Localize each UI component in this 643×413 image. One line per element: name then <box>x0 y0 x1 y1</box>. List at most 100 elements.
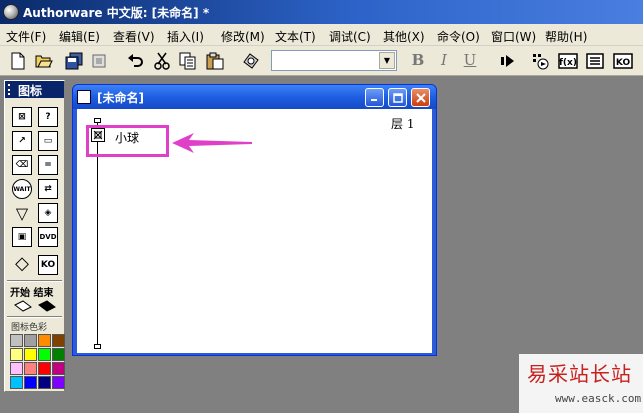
palette-divider <box>7 316 62 318</box>
menu-edit[interactable]: 编辑(E) <box>59 28 100 45</box>
palette-title: 图标 <box>18 84 43 98</box>
dvd-glyph: DVD <box>39 233 57 241</box>
icon-palette: 图标 ⊠ ? ↗ ▭ ⌫ = WAIT ⇄ ▽ ◈ ▣ DVD ◇ KO 开始 … <box>4 80 65 392</box>
bold-button[interactable]: B <box>408 51 428 71</box>
menu-modify[interactable]: 修改(M) <box>221 28 265 45</box>
functions-icon[interactable]: f(x) <box>557 50 579 72</box>
font-combo[interactable]: ▼ <box>271 50 397 71</box>
italic-button[interactable]: I <box>434 51 454 71</box>
motion-glyph: ↗ <box>18 136 26 146</box>
color-swatch[interactable] <box>10 362 23 375</box>
interaction-icon[interactable]: ▭ <box>38 131 58 151</box>
underline-button[interactable]: U <box>460 51 480 71</box>
app-title-bar: Authorware 中文版: [未命名] * <box>0 0 643 24</box>
color-swatch[interactable] <box>24 362 37 375</box>
grip-icon[interactable] <box>8 84 12 95</box>
start-flag-icon[interactable] <box>13 299 33 313</box>
maximize-button[interactable] <box>388 88 407 107</box>
erase-icon[interactable]: ⌫ <box>12 155 32 175</box>
restart-icon[interactable] <box>529 50 551 72</box>
annotation-arrow-icon <box>172 133 252 153</box>
menu-other[interactable]: 其他(X) <box>383 28 425 45</box>
app-title: Authorware 中文版: [未命名] * <box>23 6 210 20</box>
display-icon[interactable]: ⊠ <box>12 107 32 127</box>
decision-glyph: ? <box>45 112 51 122</box>
framework-glyph: ▽ <box>15 203 29 223</box>
calculation-icon[interactable]: = <box>38 155 58 175</box>
color-swatch[interactable] <box>24 376 37 389</box>
palette-header[interactable]: 图标 <box>5 81 64 98</box>
watermark: 易采站长站 www.easck.com <box>519 354 643 413</box>
copy-icon[interactable] <box>177 50 199 72</box>
undo-icon[interactable] <box>124 50 146 72</box>
wait-icon[interactable]: WAIT <box>12 179 32 199</box>
menu-commands[interactable]: 命令(O) <box>437 28 480 45</box>
navigate-icon[interactable]: ⇄ <box>38 179 58 199</box>
map-icon[interactable]: ◈ <box>38 203 58 223</box>
menu-view[interactable]: 查看(V) <box>113 28 155 45</box>
color-swatch[interactable] <box>24 348 37 361</box>
decision-icon[interactable]: ? <box>38 107 58 127</box>
color-swatch[interactable] <box>38 348 51 361</box>
icon-color-swatches <box>10 334 66 390</box>
design-window-titlebar[interactable]: [未命名] <box>73 85 436 109</box>
level-label: 层 1 <box>391 117 415 131</box>
dvd-icon[interactable]: DVD <box>38 227 58 247</box>
color-swatch[interactable] <box>52 376 65 389</box>
interaction-glyph: ▭ <box>43 136 53 146</box>
new-file-icon[interactable] <box>7 50 29 72</box>
cut-icon[interactable] <box>151 50 173 72</box>
icon-color-label: 图标色彩 <box>11 323 48 333</box>
design-window-title: [未命名] <box>97 91 144 105</box>
menu-insert[interactable]: 插入(I) <box>167 28 204 45</box>
variables-icon[interactable] <box>584 50 606 72</box>
navigate-glyph: ⇄ <box>44 184 52 194</box>
authorware-logo-icon[interactable] <box>3 4 19 20</box>
palette-divider <box>7 280 62 282</box>
diamond-glyph: ◇ <box>15 252 29 274</box>
run-icon[interactable] <box>497 50 519 72</box>
menu-window[interactable]: 窗口(W) <box>491 28 536 45</box>
color-swatch[interactable] <box>24 334 37 347</box>
color-swatch[interactable] <box>52 334 65 347</box>
watermark-url: www.easck.com <box>555 392 642 405</box>
display-glyph: ⊠ <box>18 112 26 122</box>
flowline-start-marker <box>94 118 101 123</box>
close-icon <box>415 92 426 103</box>
paste-icon[interactable] <box>204 50 226 72</box>
color-swatch[interactable] <box>52 348 65 361</box>
menu-debug[interactable]: 调试(C) <box>329 28 371 45</box>
color-swatch[interactable] <box>10 334 23 347</box>
open-icon[interactable] <box>33 50 55 72</box>
import-icon[interactable] <box>88 50 110 72</box>
close-button[interactable] <box>411 88 430 107</box>
knowledge-object-icon[interactable]: KO <box>38 255 58 275</box>
minimize-icon <box>371 99 377 101</box>
knowledge-object-glyph: KO <box>40 260 56 270</box>
color-swatch[interactable] <box>38 376 51 389</box>
chevron-down-icon[interactable]: ▼ <box>379 52 395 69</box>
watermark-brand: 易采站长站 <box>527 362 632 386</box>
menu-file[interactable]: 文件(F) <box>6 28 46 45</box>
color-swatch[interactable] <box>10 348 23 361</box>
color-swatch[interactable] <box>10 376 23 389</box>
knowledge-objects-icon[interactable]: KO <box>612 50 634 72</box>
find-icon[interactable] <box>240 50 262 72</box>
menu-bar: 文件(F) 编辑(E) 查看(V) 插入(I) 修改(M) 文本(T) 调试(C… <box>0 24 643 46</box>
functions-label: f(x) <box>559 58 577 68</box>
erase-glyph: ⌫ <box>15 160 29 170</box>
toolbar: ▼ B I U f(x) KO <box>0 46 643 76</box>
stop-flag-icon[interactable] <box>37 299 57 313</box>
color-swatch[interactable] <box>52 362 65 375</box>
digital-movie-icon[interactable]: ▣ <box>12 227 32 247</box>
motion-icon[interactable]: ↗ <box>12 131 32 151</box>
menu-text[interactable]: 文本(T) <box>275 28 316 45</box>
diamond-icon[interactable]: ◇ <box>12 252 32 274</box>
save-all-icon[interactable] <box>63 50 85 72</box>
annotation-highlight-box <box>86 125 169 157</box>
color-swatch[interactable] <box>38 334 51 347</box>
framework-icon[interactable]: ▽ <box>12 203 32 223</box>
color-swatch[interactable] <box>38 362 51 375</box>
minimize-button[interactable] <box>365 88 384 107</box>
menu-help[interactable]: 帮助(H) <box>545 28 587 45</box>
